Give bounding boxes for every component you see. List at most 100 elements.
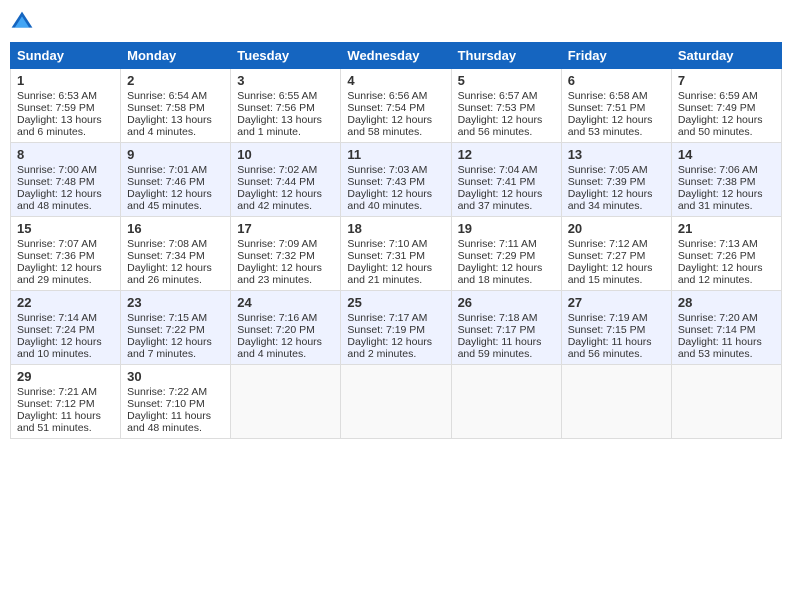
calendar-cell	[231, 365, 341, 439]
col-header-monday: Monday	[121, 43, 231, 69]
day-number: 16	[127, 221, 224, 236]
daylight-text: Daylight: 11 hours and 51 minutes.	[17, 410, 101, 434]
calendar-cell: 1Sunrise: 6:53 AMSunset: 7:59 PMDaylight…	[11, 69, 121, 143]
sunrise-text: Sunrise: 7:20 AM	[678, 312, 758, 324]
sunrise-text: Sunrise: 7:19 AM	[568, 312, 648, 324]
header-row: SundayMondayTuesdayWednesdayThursdayFrid…	[11, 43, 782, 69]
calendar-cell: 21Sunrise: 7:13 AMSunset: 7:26 PMDayligh…	[671, 217, 781, 291]
day-number: 8	[17, 147, 114, 162]
sunset-text: Sunset: 7:51 PM	[568, 102, 646, 114]
day-number: 5	[458, 73, 555, 88]
calendar-cell: 26Sunrise: 7:18 AMSunset: 7:17 PMDayligh…	[451, 291, 561, 365]
day-number: 11	[347, 147, 444, 162]
day-number: 19	[458, 221, 555, 236]
calendar-cell: 2Sunrise: 6:54 AMSunset: 7:58 PMDaylight…	[121, 69, 231, 143]
calendar-cell	[671, 365, 781, 439]
sunset-text: Sunset: 7:46 PM	[127, 176, 205, 188]
calendar-week-row: 22 Sunrise: 7:14 AMSunset: 7:24 PM Dayligh…	[11, 291, 782, 365]
day-number: 23	[127, 295, 224, 310]
sunrise-text: Sunrise: 7:08 AM	[127, 238, 207, 250]
sunrise-text: Sunrise: 6:53 AM	[17, 90, 97, 102]
sunrise-text: Sunrise: 7:14 AM	[17, 312, 97, 324]
sunrise-text: Sunrise: 6:54 AM	[127, 90, 207, 102]
day-number: 10	[237, 147, 334, 162]
day-number: 3	[237, 73, 334, 88]
calendar-cell: 11Sunrise: 7:03 AMSunset: 7:43 PMDayligh…	[341, 143, 451, 217]
sunrise-text: Sunrise: 7:13 AM	[678, 238, 758, 250]
sunset-text: Sunset: 7:31 PM	[347, 250, 425, 262]
sunset-text: Sunset: 7:49 PM	[678, 102, 756, 114]
sunset-text: Sunset: 7:54 PM	[347, 102, 425, 114]
sunset-text: Sunset: 7:38 PM	[678, 176, 756, 188]
daylight-text: Daylight: 12 hours and 21 minutes.	[347, 262, 432, 286]
sunrise-text: Sunrise: 7:22 AM	[127, 386, 207, 398]
sunrise-text: Sunrise: 7:09 AM	[237, 238, 317, 250]
day-number: 29	[17, 369, 114, 384]
daylight-text: Daylight: 12 hours and 23 minutes.	[237, 262, 322, 286]
sunset-text: Sunset: 7:19 PM	[347, 324, 425, 336]
daylight-text: Daylight: 12 hours and 4 minutes.	[237, 336, 322, 360]
day-number: 18	[347, 221, 444, 236]
day-number: 4	[347, 73, 444, 88]
sunrise-text: Sunrise: 7:18 AM	[458, 312, 538, 324]
sunset-text: Sunset: 7:20 PM	[237, 324, 315, 336]
calendar-cell: 25Sunrise: 7:17 AMSunset: 7:19 PMDayligh…	[341, 291, 451, 365]
daylight-text: Daylight: 12 hours and 37 minutes.	[458, 188, 543, 212]
calendar-cell	[561, 365, 671, 439]
sunset-text: Sunset: 7:10 PM	[127, 398, 205, 410]
day-number: 9	[127, 147, 224, 162]
daylight-text: Daylight: 13 hours and 6 minutes.	[17, 114, 102, 138]
day-number: 1	[17, 73, 114, 88]
sunset-text: Sunset: 7:15 PM	[568, 324, 646, 336]
day-number: 13	[568, 147, 665, 162]
col-header-tuesday: Tuesday	[231, 43, 341, 69]
sunset-text: Sunset: 7:39 PM	[568, 176, 646, 188]
sunrise-text: Sunrise: 6:58 AM	[568, 90, 648, 102]
calendar-cell: 19Sunrise: 7:11 AMSunset: 7:29 PMDayligh…	[451, 217, 561, 291]
logo-icon	[10, 10, 34, 34]
daylight-text: Daylight: 12 hours and 40 minutes.	[347, 188, 432, 212]
sunset-text: Sunset: 7:26 PM	[678, 250, 756, 262]
page-header	[10, 10, 782, 34]
day-number: 22	[17, 295, 114, 310]
calendar-cell: 12 Sunrise: 7:04 AMSunset: 7:41 PMDayligh…	[451, 143, 561, 217]
sunrise-text: Sunrise: 7:04 AM	[458, 164, 538, 176]
day-number: 26	[458, 295, 555, 310]
col-header-thursday: Thursday	[451, 43, 561, 69]
day-number: 2	[127, 73, 224, 88]
sunrise-text: Sunrise: 7:00 AM	[17, 164, 97, 176]
sunrise-text: Sunrise: 7:15 AM	[127, 312, 207, 324]
daylight-text: Daylight: 12 hours and 29 minutes.	[17, 262, 102, 286]
calendar-cell: 9Sunrise: 7:01 AMSunset: 7:46 PMDaylight…	[121, 143, 231, 217]
daylight-text: Daylight: 12 hours and 50 minutes.	[678, 114, 763, 138]
sunrise-text: Sunrise: 7:07 AM	[17, 238, 97, 250]
calendar-cell	[341, 365, 451, 439]
sunrise-text: Sunrise: 7:01 AM	[127, 164, 207, 176]
sunrise-text: Sunrise: 6:59 AM	[678, 90, 758, 102]
day-number: 12	[458, 147, 555, 162]
daylight-text: Daylight: 12 hours and 7 minutes.	[127, 336, 212, 360]
sunrise-text: Sunrise: 7:06 AM	[678, 164, 758, 176]
calendar-cell: 10Sunrise: 7:02 AMSunset: 7:44 PMDayligh…	[231, 143, 341, 217]
daylight-text: Daylight: 12 hours and 58 minutes.	[347, 114, 432, 138]
calendar-cell: 23Sunrise: 7:15 AMSunset: 7:22 PMDayligh…	[121, 291, 231, 365]
calendar-cell: 15Sunrise: 7:07 AMSunset: 7:36 PMDayligh…	[11, 217, 121, 291]
daylight-text: Daylight: 12 hours and 31 minutes.	[678, 188, 763, 212]
sunset-text: Sunset: 7:24 PM	[17, 324, 95, 336]
day-number: 27	[568, 295, 665, 310]
col-header-wednesday: Wednesday	[341, 43, 451, 69]
daylight-text: Daylight: 12 hours and 53 minutes.	[568, 114, 653, 138]
sunset-text: Sunset: 7:44 PM	[237, 176, 315, 188]
day-number: 6	[568, 73, 665, 88]
calendar-cell: 8Sunrise: 7:00 AMSunset: 7:48 PMDaylight…	[11, 143, 121, 217]
day-number: 30	[127, 369, 224, 384]
sunrise-text: Sunrise: 7:10 AM	[347, 238, 427, 250]
daylight-text: Daylight: 13 hours and 1 minute.	[237, 114, 322, 138]
sunrise-text: Sunrise: 7:16 AM	[237, 312, 317, 324]
calendar-cell: 28Sunrise: 7:20 AMSunset: 7:14 PMDayligh…	[671, 291, 781, 365]
sunset-text: Sunset: 7:41 PM	[458, 176, 536, 188]
sunrise-text: Sunrise: 7:12 AM	[568, 238, 648, 250]
daylight-text: Daylight: 12 hours and 48 minutes.	[17, 188, 102, 212]
calendar-cell: 20Sunrise: 7:12 AMSunset: 7:27 PMDayligh…	[561, 217, 671, 291]
sunset-text: Sunset: 7:56 PM	[237, 102, 315, 114]
